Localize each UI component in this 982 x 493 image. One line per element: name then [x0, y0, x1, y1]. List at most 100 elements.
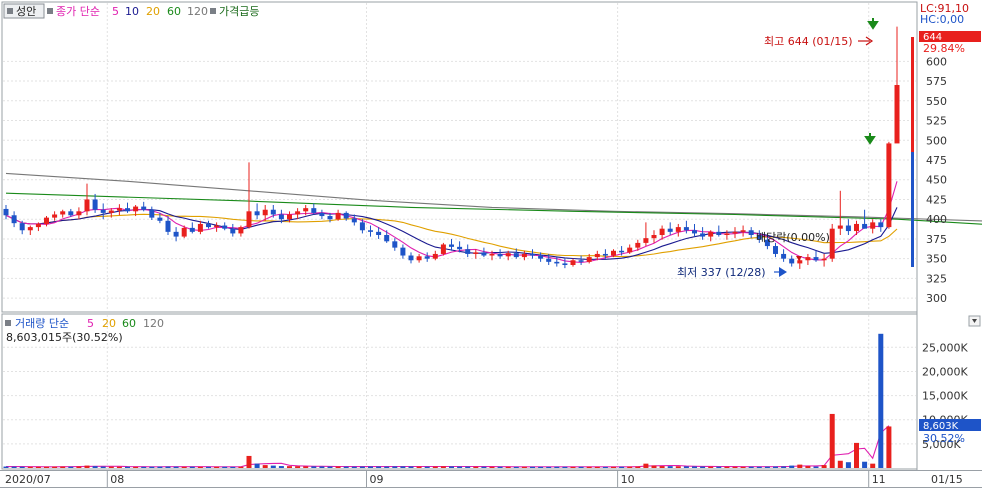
volume-bar [197, 466, 203, 468]
volume-bar [206, 466, 211, 468]
price-tick-label: 300 [926, 292, 947, 305]
volume-bar [254, 463, 260, 468]
candle-body [854, 223, 859, 232]
volume-bar [133, 466, 139, 468]
candle-body [416, 256, 422, 261]
volume-bar [125, 466, 130, 468]
indicator-legend[interactable]: 가격급등 [219, 5, 259, 18]
candle-body [359, 222, 365, 231]
volume-bar [724, 466, 730, 468]
vol-ma5-legend[interactable]: 5 [87, 317, 94, 330]
volume-bar [845, 462, 851, 468]
date-tick-label: 09 [370, 473, 384, 486]
price-tick-label: 450 [926, 174, 947, 187]
volume-bar [287, 466, 292, 468]
volume-bar [311, 466, 317, 468]
vol-ma120-legend[interactable]: 120 [143, 317, 164, 330]
candle-body [845, 225, 851, 232]
legend-square-icon [7, 8, 13, 14]
dividend-annotation: 배당락(0.00%) [756, 231, 830, 244]
price-tick-label: 375 [926, 233, 947, 246]
volume-bar [586, 466, 592, 468]
volume-bar [52, 466, 58, 468]
candle-body [278, 214, 284, 220]
candle-body [92, 199, 98, 210]
ma-legend-label[interactable]: 종가 단순 [56, 5, 100, 18]
volume-bar [489, 466, 495, 468]
volume-bar [497, 466, 503, 468]
volume-bar [116, 466, 122, 468]
volume-bar [635, 466, 641, 468]
candle-body [52, 214, 58, 218]
candle-body [254, 211, 260, 216]
date-tick-label: 10 [621, 473, 635, 486]
candle-body [125, 208, 130, 212]
volume-bar [481, 466, 487, 468]
volume-bar [756, 466, 762, 468]
candle-body [659, 228, 665, 235]
volume-tick-label: 15,000K [922, 390, 968, 403]
vol-ma60-legend[interactable]: 60 [122, 317, 136, 330]
volume-bar [538, 466, 544, 468]
volume-bar [214, 466, 220, 468]
price-tick-label: 475 [926, 154, 947, 167]
candle-body [732, 231, 738, 234]
volume-bar [578, 466, 584, 468]
candle-body [222, 225, 228, 229]
volume-bar [400, 466, 406, 468]
legend-square-icon [47, 8, 53, 14]
candle-body [157, 217, 163, 221]
candle-body [886, 143, 892, 228]
candle-body [611, 250, 616, 256]
ma20-legend[interactable]: 20 [146, 5, 160, 18]
volume-bar [611, 466, 616, 468]
candle-body [84, 199, 90, 212]
volume-bar [278, 466, 284, 468]
candle-body [60, 211, 66, 215]
candle-body [870, 222, 876, 229]
candle-body [497, 253, 503, 257]
volume-bar [149, 466, 155, 468]
volume-bar [68, 466, 74, 468]
candle-body [376, 231, 382, 235]
candle-body [635, 242, 641, 248]
ma5-legend[interactable]: 5 [112, 5, 119, 18]
candle-body [368, 230, 373, 232]
vol-ma20-legend[interactable]: 20 [102, 317, 116, 330]
ma60-legend[interactable]: 60 [167, 5, 181, 18]
volume-tick-label: 25,000K [922, 341, 968, 354]
candle-body [505, 253, 511, 257]
candle-body [303, 208, 309, 212]
candle-body [692, 230, 697, 234]
chart-canvas: 300325350375400425450475500525550575600 … [0, 1, 982, 488]
volume-bar [165, 466, 171, 468]
volume-bar [837, 460, 843, 468]
volume-bar [449, 466, 454, 468]
volume-bar [651, 465, 657, 468]
volume-tick-label: 20,000K [922, 365, 968, 378]
stock-name[interactable]: 성안 [16, 5, 36, 18]
volume-bar [878, 333, 884, 468]
volume-bar [76, 466, 82, 468]
volume-bar [862, 461, 868, 468]
candle-body [295, 211, 301, 215]
volume-bar [513, 466, 519, 468]
candle-body [829, 228, 835, 259]
volume-bar [319, 466, 325, 468]
current-price-change: 29.84% [923, 42, 965, 55]
volume-bar [554, 466, 560, 468]
candle-body [287, 214, 292, 220]
candle-body [862, 223, 868, 229]
ma120-legend[interactable]: 120 [187, 5, 208, 18]
candle-body [440, 244, 446, 254]
candle-body [335, 212, 341, 220]
volume-bar [11, 466, 17, 468]
volume-bar [619, 466, 625, 468]
volume-bar [821, 465, 827, 468]
candle-body [643, 238, 649, 243]
candle-body [700, 233, 706, 237]
ma10-legend[interactable]: 10 [125, 5, 139, 18]
candle-body [513, 253, 519, 258]
volume-bar [886, 426, 892, 468]
volume-legend-label[interactable]: 거래량 단순 [15, 317, 69, 330]
